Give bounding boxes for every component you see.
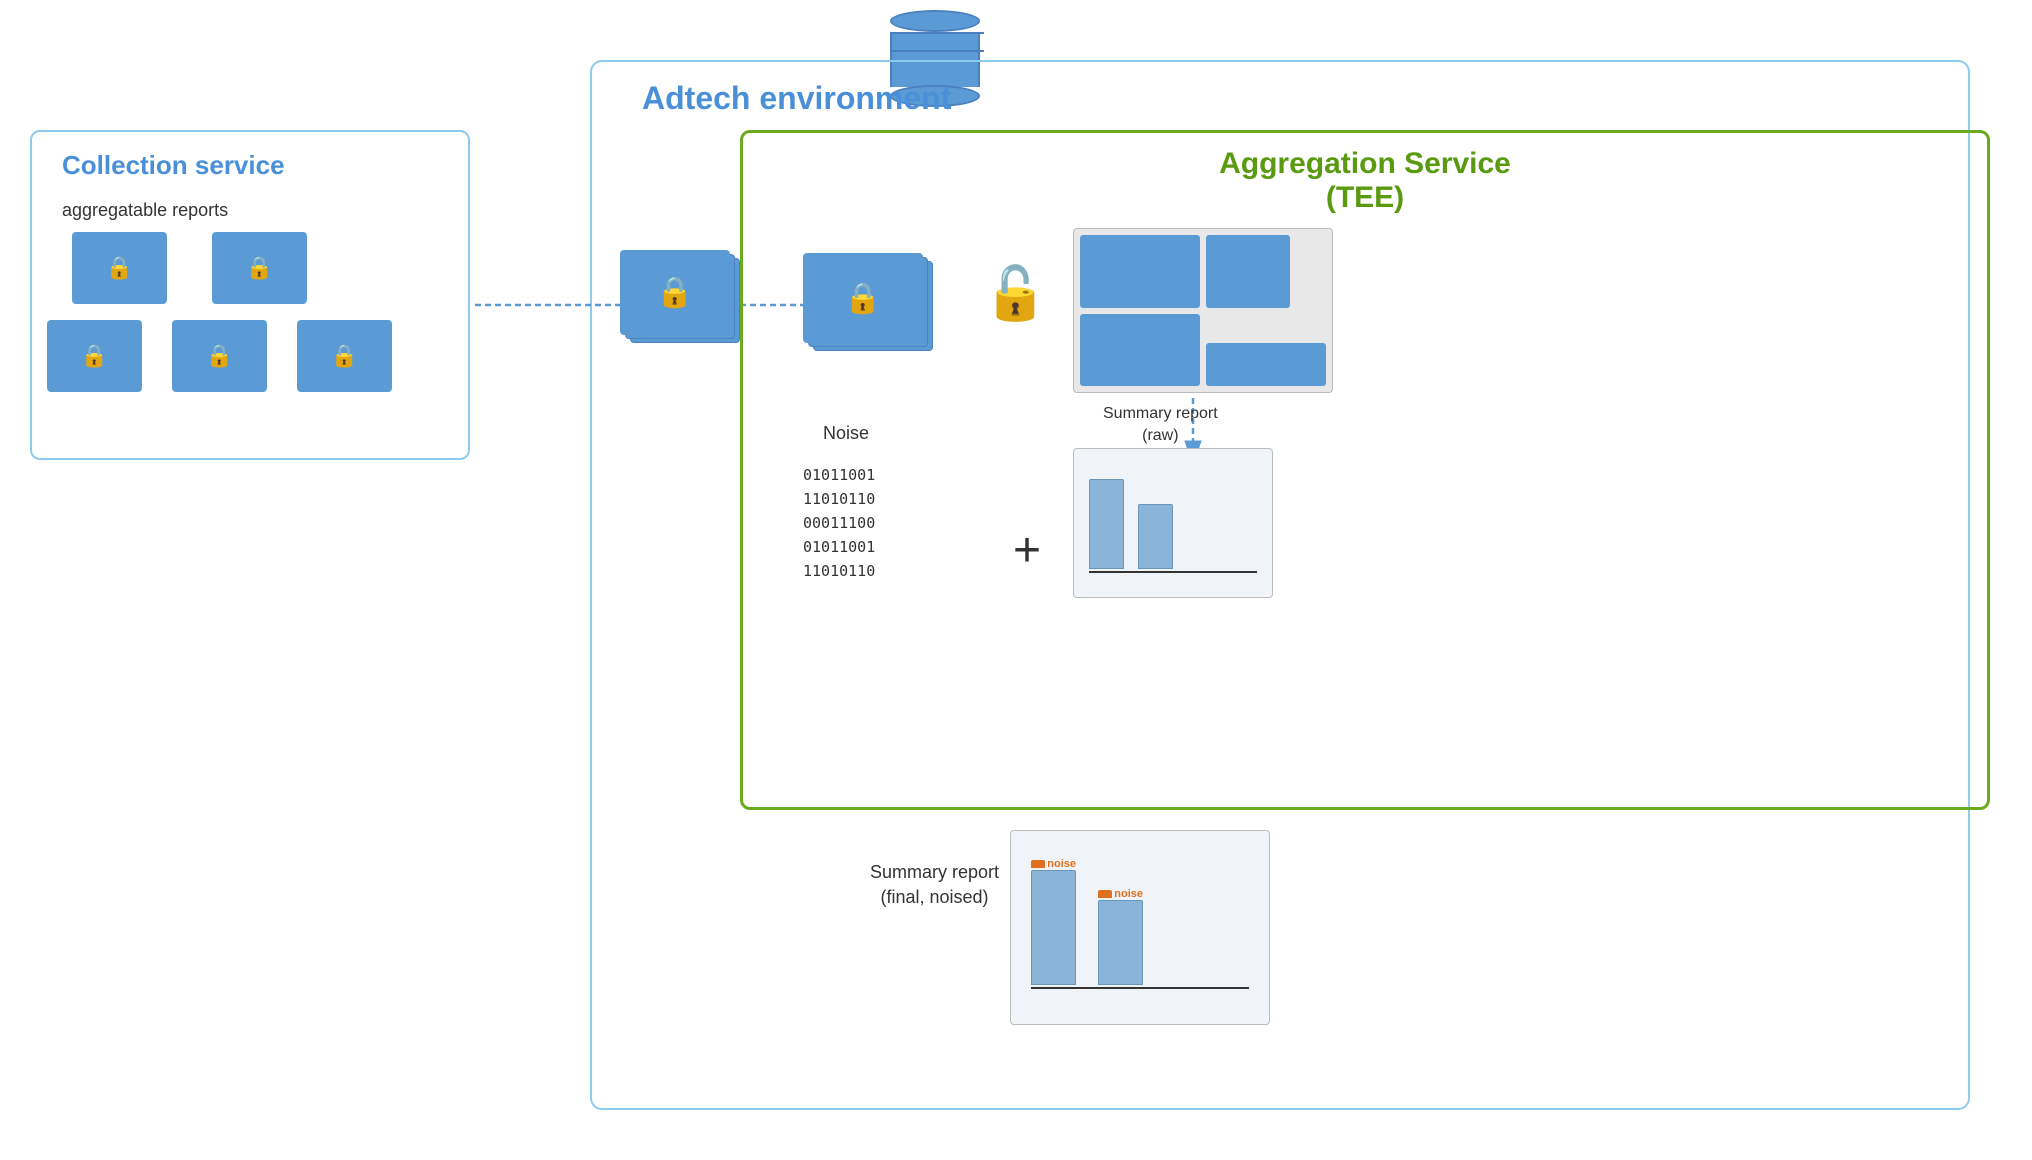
lock-card-2: 🔒 xyxy=(212,232,307,304)
noise-line-2: 11010110 xyxy=(803,487,875,511)
lock-icon-agg: 🔒 xyxy=(844,281,881,316)
final-bar-wrapper-2: noise xyxy=(1098,855,1143,985)
noise-label-2: noise xyxy=(1114,888,1143,900)
lock-card-1: 🔒 xyxy=(72,232,167,304)
tile-1 xyxy=(1080,235,1200,308)
final-bar-1 xyxy=(1031,870,1076,985)
unlock-icon: 🔓 xyxy=(983,263,1048,324)
lock-card-4: 🔒 xyxy=(172,320,267,392)
noise-line-1: 01011001 xyxy=(803,463,875,487)
lock-card-5: 🔒 xyxy=(297,320,392,392)
lock-icon-5: 🔒 xyxy=(331,343,358,369)
final-bar-2 xyxy=(1098,900,1143,985)
collection-service-label: Collection service xyxy=(62,150,285,181)
lock-icon-1: 🔒 xyxy=(106,255,133,281)
noise-bar-top-2 xyxy=(1098,890,1112,898)
lock-icon-middle: 🔒 xyxy=(656,275,693,310)
final-report-card: noise noise xyxy=(1010,830,1270,1025)
summary-raw-card xyxy=(1073,448,1273,598)
decoded-grid xyxy=(1080,235,1326,386)
middle-cards-stack: 🔒 xyxy=(620,250,730,335)
collection-service-box: Collection service aggregatable reports … xyxy=(30,130,470,460)
agg-card-front: 🔒 xyxy=(803,253,923,343)
db-top-circle xyxy=(890,10,980,32)
noise-indicator-1: noise xyxy=(1031,858,1076,870)
aggregatable-reports-text: aggregatable reports xyxy=(62,200,228,221)
final-bar-chart: noise noise xyxy=(1031,845,1249,985)
final-bar-2-container: noise xyxy=(1098,900,1143,985)
bar-chart-baseline xyxy=(1089,571,1257,573)
aggregation-service-label: Aggregation Service (TEE) xyxy=(1219,147,1511,215)
tile-3 xyxy=(1080,314,1200,387)
raw-bar-chart xyxy=(1089,459,1257,569)
bar-raw-2 xyxy=(1138,504,1173,569)
final-bar-1-container: noise xyxy=(1031,870,1076,985)
noise-indicator-2: noise xyxy=(1098,888,1143,900)
noise-label: Noise xyxy=(823,423,869,444)
tile-2 xyxy=(1206,235,1290,308)
lock-icon-3: 🔒 xyxy=(81,343,108,369)
noise-label-1: noise xyxy=(1047,858,1076,870)
aggregation-service-box: Aggregation Service (TEE) 🔒 🔓 xyxy=(740,130,1990,810)
lock-icon-2: 🔒 xyxy=(246,255,273,281)
summary-final-label: Summary report (final, noised) xyxy=(870,860,999,910)
summary-decoded-card xyxy=(1073,228,1333,393)
noise-line-3: 00011100 xyxy=(803,511,875,535)
tile-4 xyxy=(1206,343,1326,387)
bar-raw-1 xyxy=(1089,479,1124,569)
final-bar-wrapper-1: noise xyxy=(1031,855,1076,985)
lock-icon-4: 🔒 xyxy=(206,343,233,369)
adtech-label: Adtech environment xyxy=(642,80,951,117)
noise-line-5: 11010110 xyxy=(803,559,875,583)
final-chart-baseline xyxy=(1031,987,1249,989)
main-container: Adtech environment Collection service ag… xyxy=(0,0,2032,1160)
lock-card-3: 🔒 xyxy=(47,320,142,392)
noise-line-4: 01011001 xyxy=(803,535,875,559)
noise-binary-block: 01011001 11010110 00011100 01011001 1101… xyxy=(803,463,875,583)
summary-raw-label: Summary report (raw) xyxy=(1103,403,1218,448)
middle-card-front: 🔒 xyxy=(620,250,730,335)
noise-bar-top-1 xyxy=(1031,860,1045,868)
plus-sign: + xyxy=(1013,523,1041,578)
aggregation-cards-stack: 🔒 xyxy=(803,253,923,343)
